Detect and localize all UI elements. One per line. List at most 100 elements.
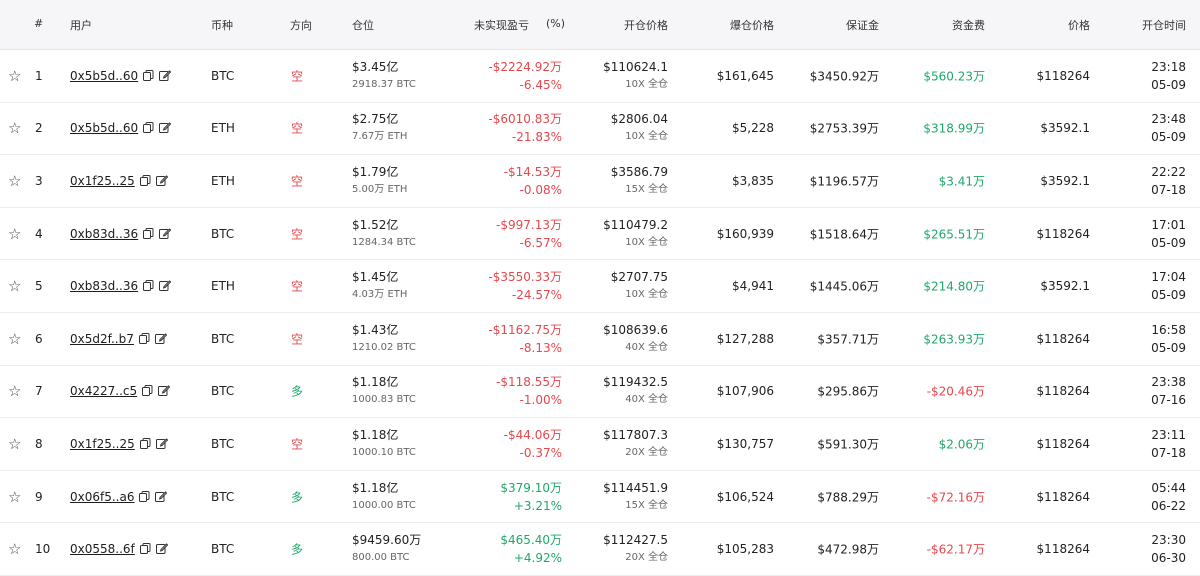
margin: $1518.64万 (809, 227, 879, 242)
copy-icon[interactable] (143, 122, 154, 134)
entry-price: $117807.3 (603, 427, 668, 442)
header-margin[interactable]: 保证金 (846, 17, 879, 33)
star-icon[interactable]: ☆ (8, 279, 22, 294)
liq-price: $107,906 (716, 384, 774, 399)
funding-fee: $2.06万 (938, 437, 985, 452)
pnl-cell: $465.40万 +4.92% (500, 531, 562, 567)
edit-icon[interactable] (158, 385, 171, 397)
user-cell: 0x4227..c5 (70, 384, 171, 398)
star-icon[interactable]: ☆ (8, 173, 22, 188)
star-icon[interactable]: ☆ (8, 226, 22, 241)
user-address-link[interactable]: 0x1f25..25 (70, 437, 135, 451)
position-value: $1.45亿 (352, 270, 399, 285)
star-icon[interactable]: ☆ (8, 489, 22, 504)
star-icon[interactable]: ☆ (8, 121, 22, 136)
user-address-link[interactable]: 0xb83d..36 (70, 227, 138, 241)
direction: 多 (291, 490, 304, 505)
copy-icon[interactable] (143, 227, 154, 239)
edit-icon[interactable] (159, 70, 172, 81)
user-address-link[interactable]: 0x06f5..a6 (70, 490, 134, 504)
open-time-cell: 23:48 05-09 (1151, 110, 1186, 146)
user-address-link[interactable]: 0x5b5d..60 (70, 121, 138, 135)
edit-icon[interactable] (154, 333, 167, 344)
coin: BTC (211, 542, 235, 557)
user-cell: 0x1f25..25 (70, 174, 168, 188)
user-address-link[interactable]: 0xb83d..36 (70, 279, 138, 293)
edit-icon[interactable] (155, 490, 168, 502)
star-icon[interactable]: ☆ (8, 331, 22, 346)
entry-price: $114451.9 (603, 480, 668, 495)
user-cell: 0x5b5d..60 (70, 69, 172, 83)
row-index: 10 (35, 542, 51, 557)
user-address-link[interactable]: 0x5b5d..60 (70, 69, 138, 83)
position-size: 800.00 BTC (352, 552, 410, 564)
copy-icon[interactable] (139, 490, 150, 502)
leverage: 10X 全仓 (625, 78, 668, 90)
edit-icon[interactable] (155, 175, 168, 186)
copy-icon[interactable] (138, 332, 150, 344)
header-price[interactable]: 价格 (1068, 17, 1090, 33)
copy-icon[interactable] (143, 69, 154, 81)
header-entry-price[interactable]: 开仓价格 (624, 17, 668, 33)
direction: 空 (291, 69, 304, 84)
user-address-link[interactable]: 0x4227..c5 (70, 384, 137, 398)
star-icon[interactable]: ☆ (8, 542, 22, 557)
open-time-cell: 16:58 05-09 (1151, 321, 1186, 357)
pnl-value: $379.10万 (500, 480, 562, 495)
edit-icon[interactable] (155, 438, 168, 449)
pnl-percent: +3.21% (513, 498, 562, 513)
leverage: 10X 全仓 (625, 131, 668, 143)
direction: 多 (291, 542, 304, 557)
copy-icon[interactable] (142, 385, 153, 397)
open-date: 05-09 (1151, 340, 1186, 355)
pnl-cell: -$118.55万 -1.00% (496, 373, 562, 409)
leverage: 40X 全仓 (625, 341, 668, 353)
copy-icon[interactable] (139, 543, 151, 555)
copy-icon[interactable] (139, 174, 151, 186)
edit-icon[interactable] (159, 122, 172, 134)
coin: ETH (211, 173, 235, 188)
open-date: 05-09 (1151, 288, 1186, 303)
position-cell: $9459.60万 800.00 BTC (352, 531, 421, 567)
position-value: $9459.60万 (352, 533, 422, 548)
mark-price: $3592.1 (1040, 121, 1090, 136)
pnl-percent: -8.13% (519, 340, 562, 355)
mark-price: $3592.1 (1040, 279, 1090, 294)
pnl-cell: -$6010.83万 -21.83% (488, 110, 562, 146)
star-icon[interactable]: ☆ (8, 68, 22, 83)
edit-icon[interactable] (159, 280, 172, 292)
copy-icon[interactable] (143, 280, 154, 292)
header-funding[interactable]: 资金费 (952, 17, 985, 33)
user-cell: 0x0558..6f (70, 542, 168, 556)
star-icon[interactable]: ☆ (8, 384, 22, 399)
user-address-link[interactable]: 0x5d2f..b7 (70, 332, 134, 346)
open-time: 23:11 (1151, 427, 1186, 442)
copy-icon[interactable] (139, 437, 151, 449)
entry-price: $112427.5 (603, 533, 668, 548)
header-index: # (34, 17, 44, 30)
pnl-value: -$44.06万 (503, 427, 562, 442)
header-pnl-pct[interactable]: (%) (546, 17, 565, 30)
header-pnl[interactable]: 未实现盈亏 (474, 17, 529, 33)
header-liq-price[interactable]: 爆仓价格 (730, 17, 774, 33)
direction: 空 (291, 121, 304, 136)
leverage: 10X 全仓 (625, 236, 668, 248)
table-header: # 用户 币种 方向 仓位 未实现盈亏 (%) 开仓价格 爆仓价格 保证金 资金… (0, 0, 1200, 50)
funding-fee: -$62.17万 (926, 542, 985, 557)
entry-cell: $110624.1 10X 全仓 (603, 58, 668, 94)
pnl-percent: -21.83% (511, 130, 562, 145)
pnl-percent: -0.37% (519, 445, 562, 460)
user-cell: 0xb83d..36 (70, 227, 172, 241)
position-cell: $1.79亿 5.00万 ETH (352, 163, 407, 199)
margin: $357.71万 (817, 332, 879, 347)
pnl-percent: -6.57% (519, 235, 562, 250)
user-address-link[interactable]: 0x1f25..25 (70, 174, 135, 188)
edit-icon[interactable] (155, 543, 168, 555)
user-address-link[interactable]: 0x0558..6f (70, 542, 135, 556)
position-value: $1.43亿 (352, 322, 399, 337)
edit-icon[interactable] (159, 227, 172, 239)
pnl-value: -$6010.83万 (488, 112, 562, 127)
star-icon[interactable]: ☆ (8, 436, 22, 451)
header-open-time[interactable]: 开仓时间 (1142, 17, 1186, 33)
position-value: $1.79亿 (352, 164, 399, 179)
